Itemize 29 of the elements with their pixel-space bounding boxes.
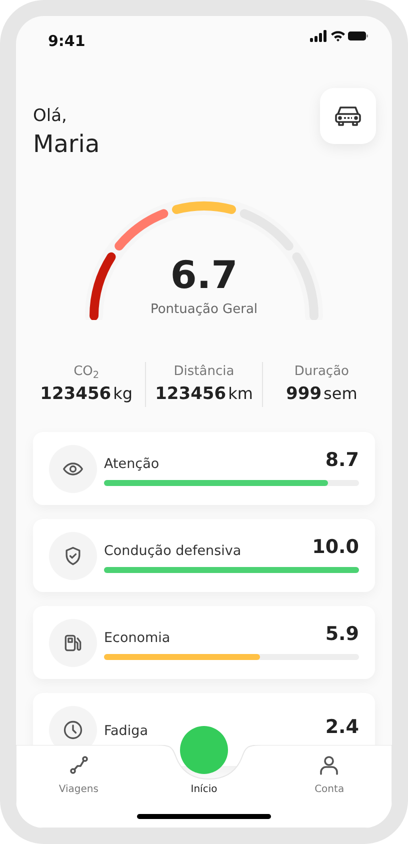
overall-score: 6.7 (169, 256, 239, 294)
metric-score: 10.0 (312, 534, 359, 560)
stat-value: 999 (286, 384, 322, 404)
stat-value: 123456 (155, 384, 226, 404)
tab-item[interactable]: Conta (266, 745, 392, 804)
status-icons (310, 30, 368, 42)
greeting: Olá, (33, 105, 68, 128)
stat-unit: sem (324, 384, 358, 403)
tab-item[interactable]: Viagens (16, 745, 142, 804)
car-icon (333, 104, 363, 128)
metric-label: Atenção (104, 454, 160, 474)
metric-score: 2.4 (325, 714, 359, 740)
score-label: Pontuação Geral (149, 301, 259, 320)
stat-unit: km (228, 384, 253, 403)
stat-label: Distância (172, 363, 236, 382)
metric-score: 5.9 (325, 622, 359, 647)
metric-score: 8.7 (325, 448, 359, 473)
metric-label: Fadiga (104, 722, 148, 741)
metric-label: Economia (104, 628, 170, 648)
user-name: Maria (33, 130, 100, 158)
clock-icon (62, 718, 84, 741)
status-time: 9:41 (48, 31, 86, 52)
stat-unit: kg (113, 384, 133, 403)
stat-label: CO$_{2}$ (72, 363, 100, 382)
stat-value: 123456 (40, 384, 112, 404)
car-button[interactable] (320, 88, 376, 144)
metric-label: Condução defensiva (104, 542, 242, 561)
tab-item[interactable]: Início (168, 726, 239, 804)
stat-label: Duração (293, 363, 350, 382)
